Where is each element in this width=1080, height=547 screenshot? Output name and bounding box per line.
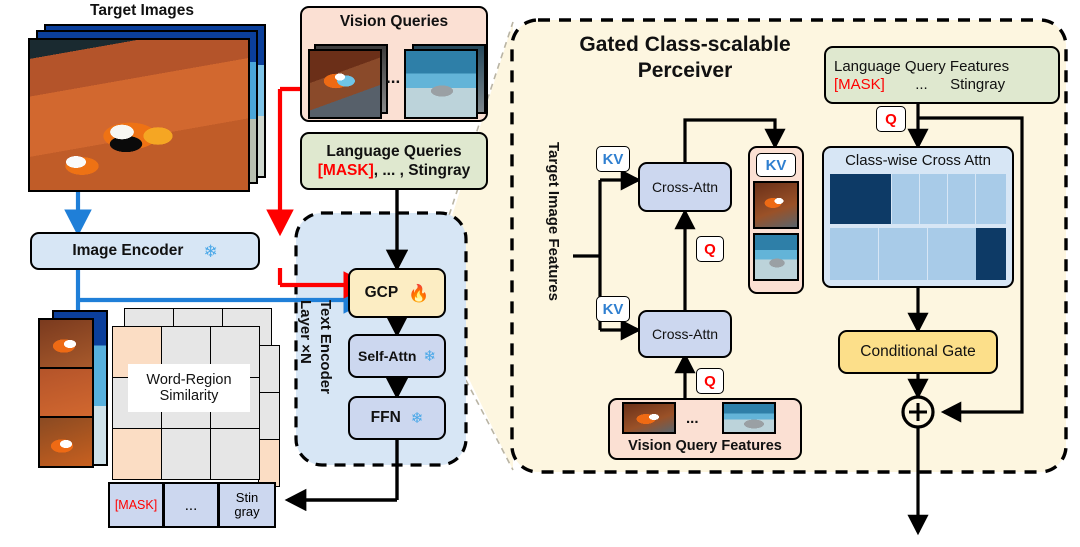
cross-attn-bottom-box: Cross-Attn: [638, 310, 732, 358]
vqf-thumb-clownfish: [622, 402, 676, 434]
ellipsis: ...: [184, 496, 198, 514]
snowflake-icon: ❄: [423, 347, 436, 365]
vision-queries-title: Vision Queries: [339, 13, 449, 30]
output-token-cell: [MASK]: [108, 482, 164, 528]
cross-attn-top-label: Cross-Attn: [651, 179, 719, 195]
cross-attn-bottom-label: Cross-Attn: [651, 326, 719, 342]
snowflake-icon: ❄: [410, 409, 424, 427]
language-queries-title: Language Queries: [326, 142, 462, 160]
attn-cell: [948, 174, 975, 224]
class-wise-cross-attn-title: Class-wise Cross Attn: [845, 152, 991, 169]
gcp-panel-title: Gated Class-scalable Perceiver: [542, 32, 828, 83]
vqf-thumb-stingray: [722, 402, 776, 434]
ellipsis: ...: [382, 161, 396, 179]
sep-2: ,: [395, 161, 409, 179]
class-name: Stingray: [408, 161, 471, 179]
vision-queries-ellipsis: ...: [386, 68, 401, 87]
kv-thumb-clownfish: [753, 181, 799, 229]
image-encoder-box: Image Encoder ❄: [30, 232, 260, 270]
snowflake-icon: ❄: [203, 241, 218, 261]
gcp-panel-title-line2: Perceiver: [637, 58, 733, 82]
language-queries-values: [MASK], ... , Stingray: [318, 162, 470, 180]
conditional-gate-label: Conditional Gate: [860, 343, 976, 360]
q-tag-top-cross-attn: Q: [696, 236, 724, 262]
mask-token: [MASK]: [114, 498, 158, 512]
mask-token: [MASK]: [317, 161, 374, 179]
matrix-back-cell: [258, 439, 280, 487]
matrix-cell: [161, 428, 211, 480]
kv-tag-stack: KV: [756, 153, 796, 177]
gcp-panel-title-line1: Gated Class-scalable: [579, 33, 791, 56]
cross-attn-top-box: Cross-Attn: [638, 162, 732, 212]
text-encoder-layers-label: Layer ×N: [297, 300, 314, 364]
output-token-cell: ...: [163, 482, 219, 528]
fire-icon: 🔥: [408, 283, 430, 303]
similarity-caption-line1: Word-Region: [146, 372, 232, 388]
matrix-back-cell: [258, 345, 280, 393]
gcp-label: GCP: [364, 284, 399, 301]
similarity-caption: Word-Region Similarity: [128, 364, 250, 412]
matrix-back-cell: [258, 392, 280, 440]
attn-cell: [830, 228, 878, 280]
target-image-features-label: Target Image Features: [545, 142, 562, 301]
conditional-gate-box: Conditional Gate: [838, 330, 998, 374]
kv-tag-bottom: KV: [596, 296, 630, 322]
attn-cell: [830, 174, 891, 224]
mask-token: [MASK]: [834, 75, 885, 93]
language-queries-box: Language Queries [MASK], ... , Stingray: [300, 132, 488, 190]
similarity-caption-line2: Similarity: [159, 388, 219, 404]
language-query-features-box: Language Query Features [MASK] ... Sting…: [824, 46, 1060, 104]
attn-cell: [892, 174, 919, 224]
class-name: Stingray: [950, 75, 1006, 93]
self-attn-label: Self-Attn: [358, 348, 417, 364]
matrix-cell: [210, 428, 260, 480]
ffn-label: FFN: [370, 409, 401, 426]
attn-cell: [879, 228, 927, 280]
stingray-line2: gray: [234, 504, 260, 519]
text-encoder-label: Text Encoder: [317, 300, 334, 394]
attn-cell: [928, 228, 976, 280]
gcp-box: GCP 🔥: [348, 268, 446, 318]
image-encoder-label: Image Encoder: [72, 242, 184, 259]
vision-query-features-label: Vision Query Features: [628, 438, 782, 454]
ffn-box: FFN ❄: [348, 396, 446, 440]
kv-tag-top: KV: [596, 146, 630, 172]
stingray-line1: Stin: [235, 490, 259, 506]
language-query-features-title: Language Query Features: [834, 57, 1010, 75]
diagram-canvas: Target Images Vision Queries ... Languag…: [0, 0, 1080, 547]
target-image-front: [28, 38, 250, 192]
vqf-ellipsis: ...: [686, 410, 699, 427]
ellipsis: ...: [915, 75, 928, 93]
kv-stack-panel: KV: [748, 146, 804, 294]
target-images-label: Target Images: [90, 2, 194, 19]
attn-cell: [920, 174, 947, 224]
language-query-features-values: [MASK] ... Stingray: [834, 76, 1005, 93]
attn-cell-extra: [976, 228, 1006, 280]
kv-thumb-stingray: [753, 233, 799, 281]
self-attn-box: Self-Attn ❄: [348, 334, 446, 378]
q-tag-language: Q: [876, 106, 906, 132]
output-token-cell: Stin gray: [218, 482, 276, 528]
matrix-cell: [112, 428, 162, 480]
attn-cell: [976, 174, 1006, 224]
q-tag-bottom-cross-attn: Q: [696, 368, 724, 394]
